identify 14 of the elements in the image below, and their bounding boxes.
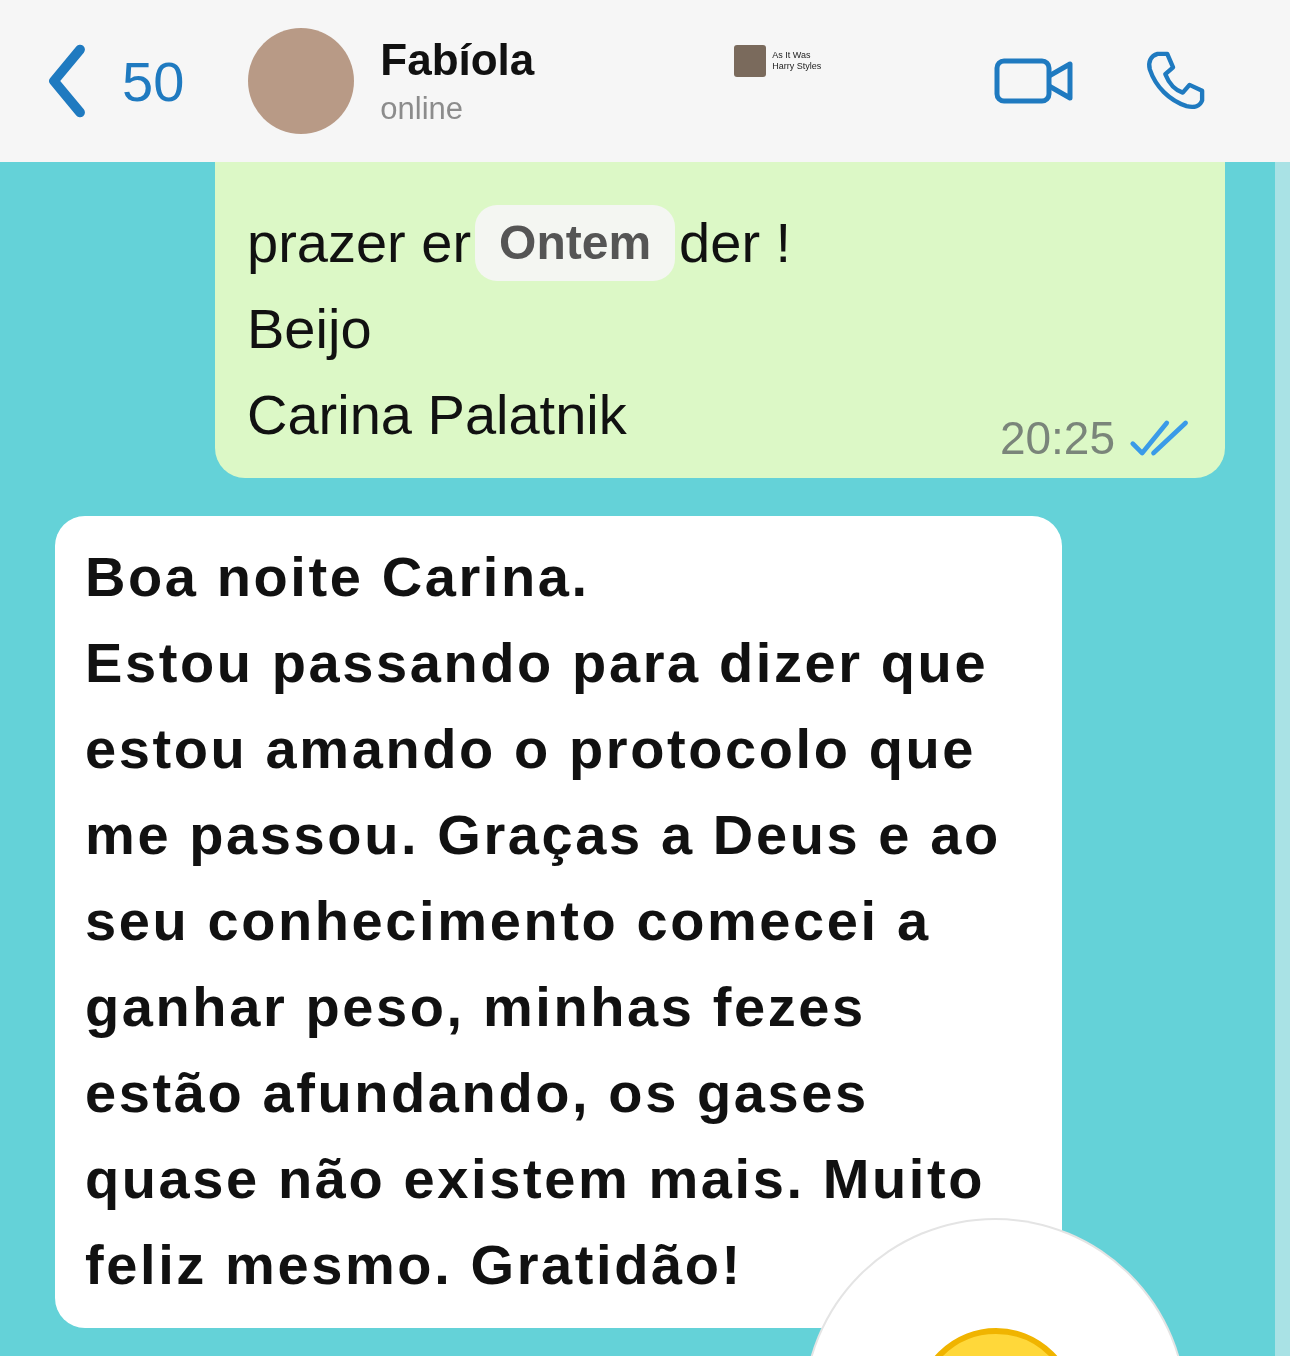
message-text: Carina Palatnik bbox=[247, 382, 627, 448]
back-button[interactable]: 50 bbox=[42, 43, 185, 119]
message-text: Beijo bbox=[247, 296, 372, 362]
message-text: prazer er bbox=[247, 210, 472, 276]
message-text: der ! bbox=[679, 210, 792, 276]
song-title: As It Was bbox=[772, 50, 812, 61]
message-text: Boa noite Carina. Estou passando para dizer que estou amando o protocolo que me passou. Graças a Deus e ao seu conhecimento comecei a ganhar peso, minhas fezes estão afundando, os gases quase não existem mais. Muito feliz mesmo. Gratidão! bbox=[85, 544, 1002, 1298]
album-thumbnail bbox=[734, 45, 767, 77]
message-time: 20:25 bbox=[999, 411, 1115, 466]
contact-status: online bbox=[380, 91, 465, 127]
song-artist: Harry Styles bbox=[772, 61, 822, 72]
phone-call-icon[interactable] bbox=[1144, 50, 1206, 112]
date-chip: Ontem bbox=[475, 205, 676, 281]
contact-name[interactable]: Fabíola bbox=[380, 35, 535, 85]
